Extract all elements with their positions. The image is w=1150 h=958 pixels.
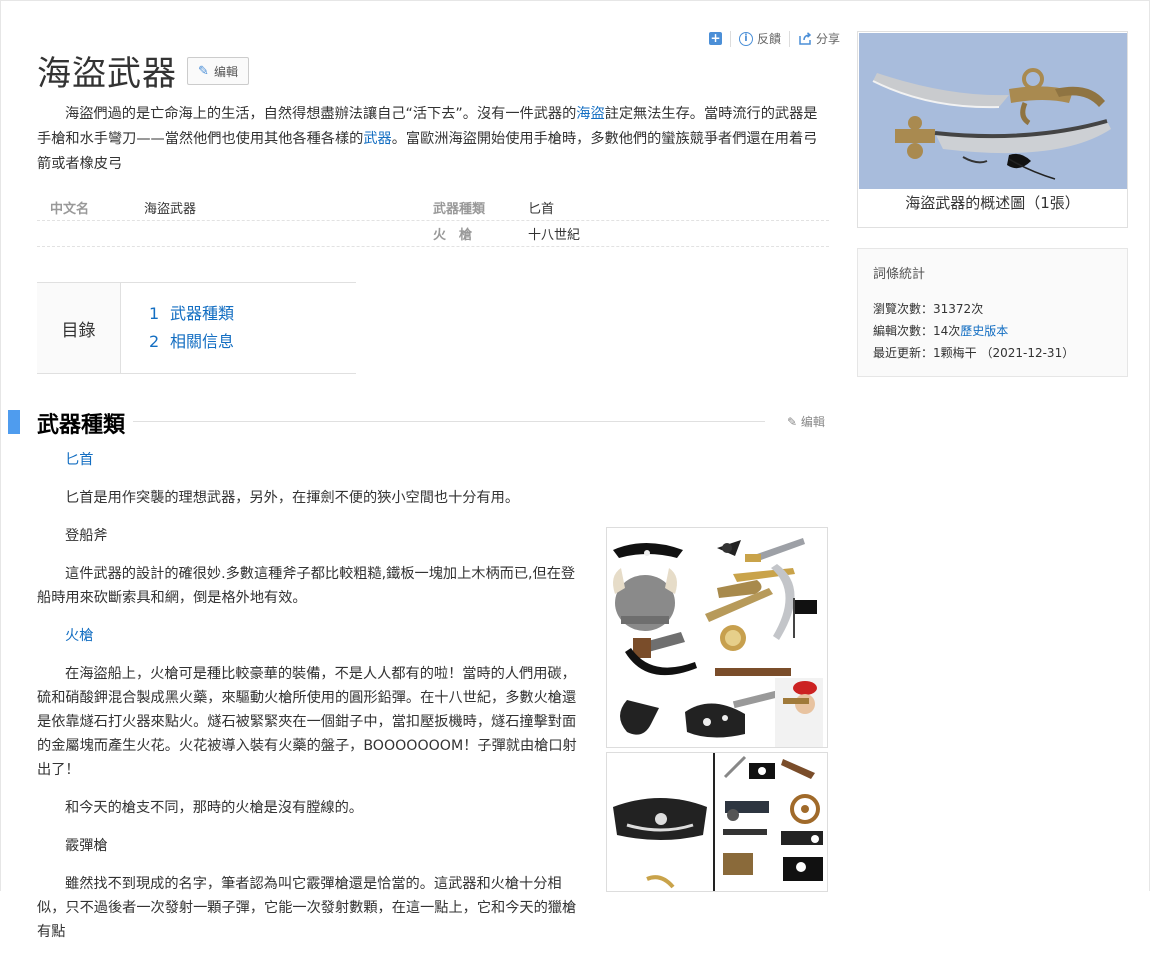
- paragraph: 雖然找不到現成的名字，筆者認為叫它霰彈槍還是恰當的。這武器和火槍十分相似，只不過…: [37, 876, 577, 940]
- toc-item-label[interactable]: 相關信息: [170, 332, 234, 351]
- album-image[interactable]: [859, 33, 1127, 189]
- history-version-link[interactable]: 歷史版本: [960, 324, 1008, 338]
- section-title: 武器種類: [37, 407, 134, 439]
- share-label: 分享: [816, 32, 841, 46]
- info-value-chinese-name: 海盜武器: [144, 202, 197, 217]
- musket-link[interactable]: 火槍: [65, 628, 93, 644]
- page-title: 海盜武器: [37, 54, 177, 94]
- paragraph: 匕首是用作突襲的理想武器，另外，在揮劍不便的狹小空間也十分有用。: [65, 490, 520, 506]
- stats-title: 詞條統計: [873, 267, 926, 282]
- stats-updated: 最近更新：1颗梅干 （2021-12-31）: [873, 342, 1112, 364]
- stats-edits-value: 14次: [933, 324, 961, 338]
- album-caption: 海盜武器的概述圖（1張）: [905, 194, 1080, 212]
- pencil-icon: ✎: [787, 415, 798, 429]
- pencil-icon: ✎: [198, 63, 209, 79]
- article-body: 匕首 匕首是用作突襲的理想武器，另外，在揮劍不便的狹小空間也十分有用。 登船斧 …: [37, 448, 582, 958]
- edit-label: 编輯: [213, 64, 238, 79]
- table-of-contents: 目錄 1 武器種類 2 相關信息: [37, 282, 356, 374]
- info-value-dagger-link[interactable]: 匕首: [528, 198, 554, 217]
- cutlass-swords-illustration: [859, 33, 1127, 189]
- section-rule: [133, 421, 765, 422]
- intro-paragraph: 海盜們過的是亡命海上的生活，自然得想盡辦法讓自己“活下去”。沒有一件武器的海盜註…: [37, 102, 829, 177]
- add-button[interactable]: +: [709, 32, 722, 45]
- pirate-props-illustration: [607, 528, 827, 747]
- stats-views: 瀏覽次數：31372次: [873, 298, 1112, 320]
- toc-item-number: 2: [149, 332, 160, 351]
- stats-updated-value: 1颗梅干 （2021-12-31）: [933, 346, 1075, 360]
- paragraph: 和今天的槍支不同，那時的火槍是沒有膛線的。: [65, 800, 363, 816]
- toc-label: 目錄: [37, 283, 121, 373]
- toc-item-related-info[interactable]: 2 相關信息: [149, 328, 234, 356]
- toc-item-weapon-types[interactable]: 1 武器種類: [149, 300, 234, 328]
- plus-square-icon: +: [709, 31, 722, 45]
- album-card[interactable]: 海盜武器的概述圖（1張）: [857, 31, 1128, 228]
- info-key-weapon-type: 武器種類: [433, 202, 486, 217]
- paragraph: 這件武器的設計的確很妙.多數這種斧子都比較粗糙,鐵板一塊加上木柄而已,但在登船時…: [37, 566, 576, 606]
- subheading-shotgun: 霰彈槍: [65, 838, 108, 854]
- subheading-boarding-axe: 登船斧: [65, 528, 108, 544]
- feedback-label: 反饋: [757, 32, 782, 46]
- stats-updated-label: 最近更新：: [873, 346, 934, 360]
- stats-views-value: 31372次: [933, 302, 984, 316]
- toc-item-label[interactable]: 武器種類: [170, 304, 234, 323]
- stats-views-label: 瀏覽次數：: [873, 302, 934, 316]
- dagger-link[interactable]: 匕首: [65, 452, 93, 468]
- basic-info-row: 火 槍 十八世紀: [37, 221, 829, 247]
- info-key-chinese-name: 中文名: [50, 202, 90, 217]
- pirate-accessories-illustration: [607, 753, 827, 891]
- subheading-musket: 火槍: [37, 624, 582, 648]
- basic-info-table: 中文名 海盜武器 武器種類 匕首 火 槍 十八世紀: [37, 195, 829, 247]
- link-pirate[interactable]: 海盜: [576, 106, 604, 122]
- edit-button[interactable]: ✎ 编輯: [187, 57, 249, 85]
- basic-info-row: 中文名 海盜武器 武器種類 匕首: [37, 195, 829, 221]
- page: + i 反饋 分享 海盜武器 ✎ 编輯 海盜們過的是亡命海上的生活，自然得想盡辦…: [0, 0, 1150, 940]
- toolbar: + i 反饋 分享: [709, 30, 840, 47]
- toolbar-divider: [730, 30, 731, 47]
- subheading-dagger: 匕首: [37, 448, 582, 472]
- section-accent-bar: [8, 410, 20, 434]
- info-value-century: 十八世紀: [528, 228, 581, 243]
- paragraph: 在海盜船上，火槍可是種比較豪華的裝備，不是人人都有的啦！當時的人們用碳，硫和硝酸…: [37, 666, 577, 778]
- info-icon: i: [739, 31, 753, 46]
- toolbar-divider: [789, 30, 791, 47]
- toc-item-number: 1: [149, 304, 160, 323]
- entry-stats-panel: 詞條統計 瀏覽次數：31372次 編輯次數：14次歷史版本 最近更新：1颗梅干 …: [857, 248, 1128, 377]
- link-weapon[interactable]: 武器: [363, 131, 391, 147]
- share-button[interactable]: 分享: [798, 30, 840, 47]
- stats-edits-label: 編輯次數：: [873, 324, 934, 338]
- stats-edits: 編輯次數：14次歷史版本: [873, 320, 1112, 342]
- section-edit-button[interactable]: ✎ 编輯: [787, 413, 825, 430]
- section-edit-label: 编輯: [800, 415, 825, 429]
- intro-text: 海盜們過的是亡命海上的生活，自然得想盡辦法讓自己“活下去”。沒有一件武器的: [65, 106, 577, 122]
- info-key-musket: 火 槍: [433, 228, 473, 243]
- feedback-button[interactable]: i 反饋: [739, 30, 781, 47]
- share-icon: [799, 31, 812, 45]
- pirate-props-image[interactable]: [606, 527, 828, 748]
- pirate-accessories-image[interactable]: [606, 752, 828, 892]
- top-border: [1, 0, 1150, 1]
- toc-items: 1 武器種類 2 相關信息: [149, 300, 234, 356]
